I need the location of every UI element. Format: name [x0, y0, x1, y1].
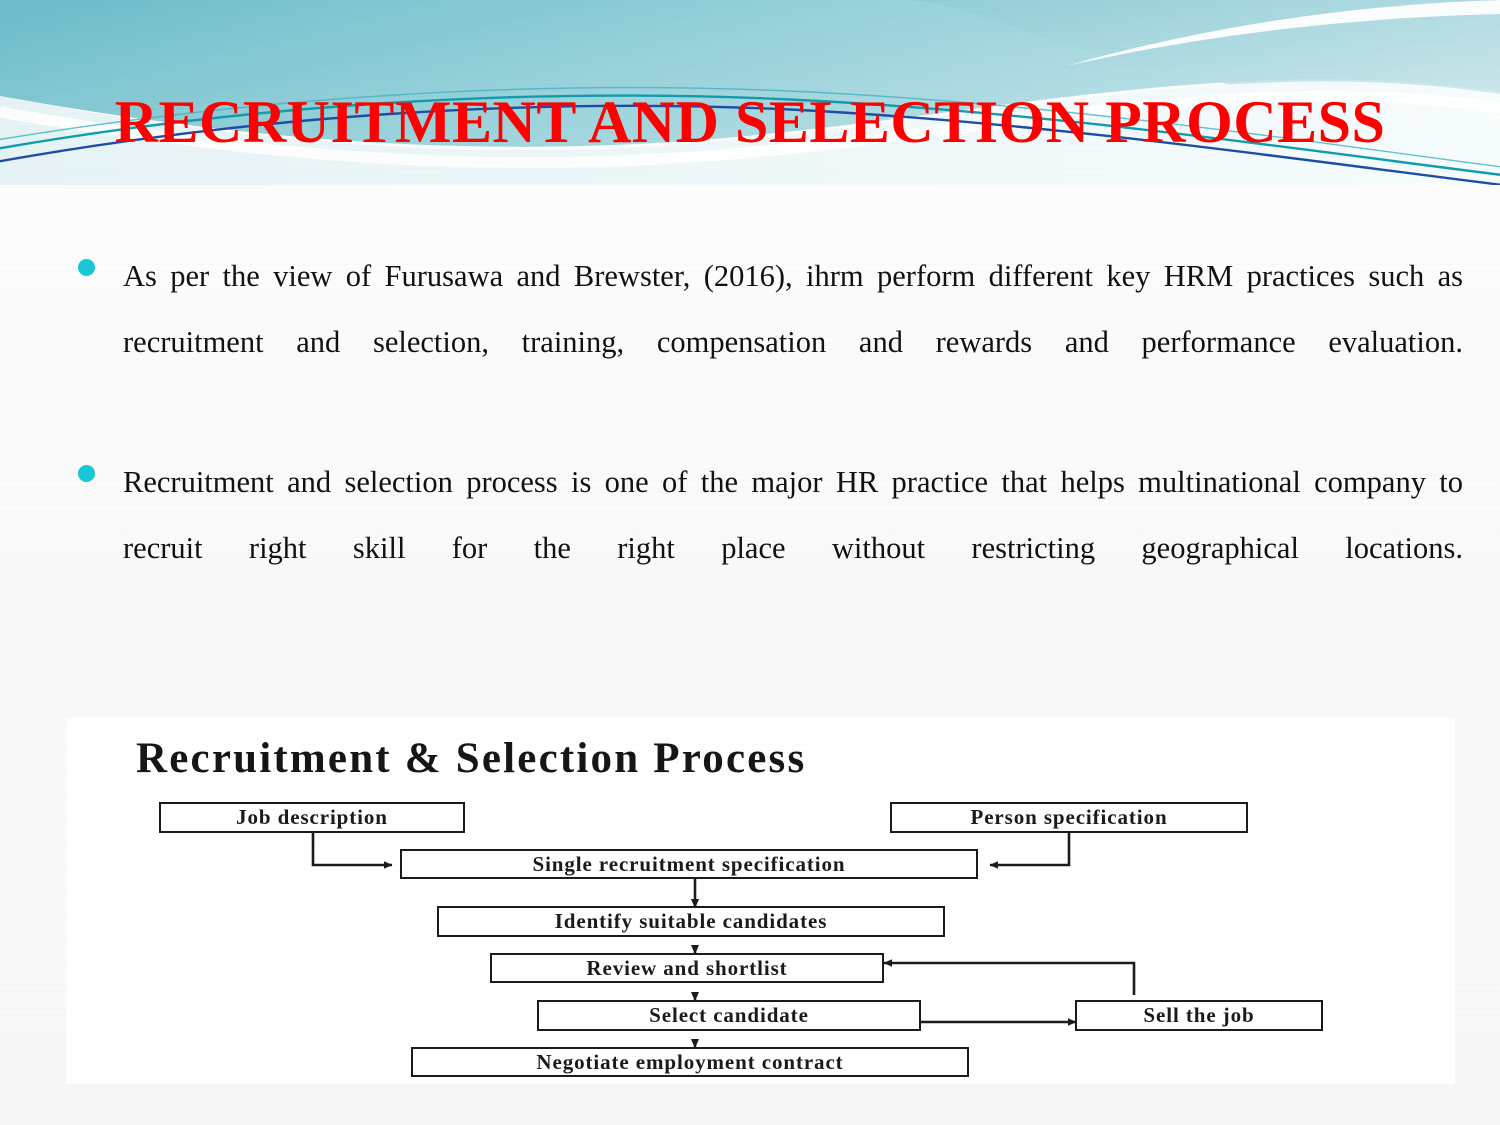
slide: RECRUITMENT AND SELECTION PROCESS As per…: [0, 0, 1500, 1125]
flowchart-box-review-and-shortlist: Review and shortlist: [490, 953, 884, 983]
diagram-image-panel: Recruitment & Selection Process Job desc…: [66, 718, 1455, 1084]
round-bullet-icon: [78, 259, 95, 276]
flowchart-box-select-candidate: Select candidate: [537, 1000, 921, 1031]
flowchart-box-sell-the-job: Sell the job: [1075, 1000, 1323, 1031]
bullet-text: As per the view of Furusawa and Brewster…: [123, 259, 1463, 359]
bullet-text: Recruitment and selection process is one…: [123, 465, 1463, 565]
connector-jd-to-srs: [311, 831, 393, 869]
connector-ps-to-srs: [989, 831, 1071, 869]
list-item: Recruitment and selection process is one…: [78, 449, 1463, 647]
white-ribbon-upper: [1066, 0, 1500, 66]
flowchart-box-person-specification: Person specification: [890, 802, 1248, 833]
flowchart-box-negotiate-employment-contract: Negotiate employment contract: [411, 1047, 969, 1077]
page-title: RECRUITMENT AND SELECTION PROCESS: [114, 89, 1386, 155]
connector-stj-to-rs: [883, 959, 1136, 995]
list-item: As per the view of Furusawa and Brewster…: [78, 243, 1463, 441]
flowchart-box-identify-suitable-candidates: Identify suitable candidates: [437, 906, 945, 937]
bullet-list: As per the view of Furusawa and Brewster…: [78, 243, 1463, 655]
round-bullet-icon: [78, 465, 95, 482]
recruitment-selection-flowchart: Job description Person specification Sin…: [66, 718, 1455, 1084]
flowchart-box-job-description: Job description: [159, 802, 465, 833]
flowchart-box-single-recruitment-specification: Single recruitment specification: [400, 849, 978, 879]
